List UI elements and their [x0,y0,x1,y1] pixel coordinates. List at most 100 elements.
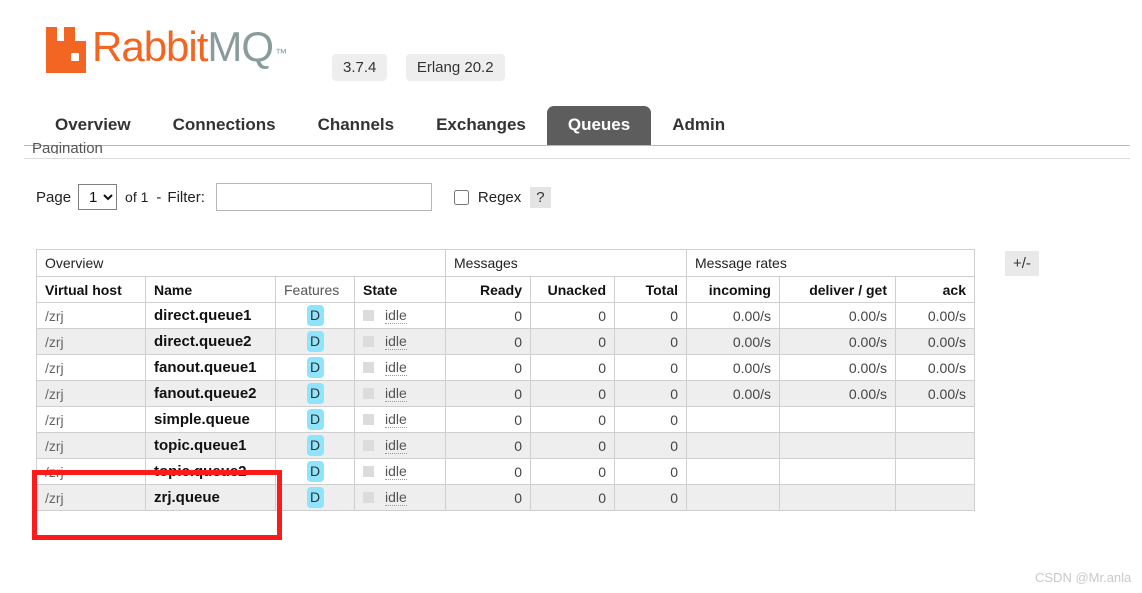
column-header-unacked[interactable]: Unacked [530,276,615,303]
cell-features: D [275,380,355,407]
cell-incoming [686,432,780,459]
cell-queue-name[interactable]: fanout.queue2 [145,380,276,407]
page-count-label: of 1 [125,189,149,205]
cell-state: idle [354,354,446,381]
queues-table: Overview Messages Message rates Virtual … [36,249,975,511]
durable-badge: D [306,435,324,456]
table-row[interactable]: /zrj topic.queue2 Didle 0 0 0 [36,458,975,485]
table-row[interactable]: /zrj fanout.queue2 Didle 0 0 0 0.00/s 0.00/s 0.0… [36,380,975,407]
cell-features: D [275,432,355,459]
tab-admin[interactable]: Admin [651,106,746,145]
cell-state: idle [354,432,446,459]
column-header-name[interactable]: Name [145,276,276,303]
table-group-header-row: Overview Messages Message rates [36,249,975,277]
cell-ready: 0 [445,458,531,485]
cell-virtual-host: /zrj [36,380,146,407]
cell-incoming: 0.00/s [686,302,780,329]
cell-unacked: 0 [530,406,615,433]
cell-state: idle [354,328,446,355]
watermark: CSDN @Mr.anla [1035,570,1132,585]
cell-incoming: 0.00/s [686,354,780,381]
state-label: idle [385,307,407,324]
state-label: idle [385,411,407,428]
cell-unacked: 0 [530,484,615,511]
cell-state: idle [354,380,446,407]
cell-total: 0 [614,484,687,511]
column-header-deliver-get[interactable]: deliver / get [779,276,896,303]
cell-queue-name[interactable]: zrj.queue [145,484,276,511]
cell-queue-name[interactable]: topic.queue2 [145,458,276,485]
column-header-ready[interactable]: Ready [445,276,531,303]
filter-controls: Page 1 of 1 - Filter: Regex ? [36,182,551,212]
page-header: RabbitMQ ™ 3.7.4 Erlang 20.2 [0,0,1142,104]
regex-checkbox[interactable] [453,189,469,205]
cell-ready: 0 [445,354,531,381]
filter-separator: - [156,188,162,206]
state-indicator-icon [363,414,374,425]
nav-tab-list: Overview Connections Channels Exchanges … [34,105,746,145]
table-row[interactable]: /zrj topic.queue1 Didle 0 0 0 [36,432,975,459]
column-header-virtual-host[interactable]: Virtual host [36,276,146,303]
tab-channels[interactable]: Channels [297,106,416,145]
cell-queue-name[interactable]: topic.queue1 [145,432,276,459]
logo-trademark: ™ [275,46,287,60]
cell-queue-name[interactable]: direct.queue2 [145,328,276,355]
cell-deliver-get [779,484,896,511]
filter-label: Filter: [167,188,205,206]
column-header-ack[interactable]: ack [895,276,975,303]
cell-unacked: 0 [530,354,615,381]
cell-queue-name[interactable]: simple.queue [145,406,276,433]
cell-total: 0 [614,432,687,459]
queues-table-body: /zrj direct.queue1 Didle 0 0 0 0.00/s 0.00/s 0.0… [36,302,975,511]
cell-queue-name[interactable]: fanout.queue1 [145,354,276,381]
columns-toggle-button[interactable]: +/- [1005,251,1039,276]
state-indicator-icon [363,492,374,503]
column-header-incoming[interactable]: incoming [686,276,780,303]
cell-features: D [275,328,355,355]
rabbitmq-logo[interactable]: RabbitMQ ™ [44,23,287,76]
tab-queues[interactable]: Queues [546,106,652,145]
state-label: idle [385,437,407,454]
cell-ready: 0 [445,484,531,511]
filter-input[interactable] [215,183,432,211]
cell-ready: 0 [445,406,531,433]
cell-ack [895,432,975,459]
table-row[interactable]: /zrj direct.queue2 Didle 0 0 0 0.00/s 0.00/s 0.0… [36,328,975,355]
cell-deliver-get: 0.00/s [779,302,896,329]
tab-exchanges[interactable]: Exchanges [415,106,547,145]
column-header-total[interactable]: Total [614,276,687,303]
cell-incoming: 0.00/s [686,328,780,355]
tab-connections[interactable]: Connections [152,106,297,145]
cell-unacked: 0 [530,458,615,485]
durable-badge: D [306,331,324,352]
cell-total: 0 [614,406,687,433]
cell-state: idle [354,406,446,433]
table-row[interactable]: /zrj direct.queue1 Didle 0 0 0 0.00/s 0.00/s 0.0… [36,302,975,329]
cell-unacked: 0 [530,302,615,329]
cell-deliver-get: 0.00/s [779,354,896,381]
cell-state: idle [354,484,446,511]
cell-queue-name[interactable]: direct.queue1 [145,302,276,329]
cell-deliver-get: 0.00/s [779,328,896,355]
state-indicator-icon [363,440,374,451]
cell-ack: 0.00/s [895,328,975,355]
cell-features: D [275,458,355,485]
table-row[interactable]: /zrj zrj.queue Didle 0 0 0 [36,484,975,511]
column-header-state[interactable]: State [354,276,446,303]
regex-help-button[interactable]: ? [530,186,551,208]
column-header-features[interactable]: Features [275,276,355,303]
cell-deliver-get [779,458,896,485]
table-row[interactable]: /zrj fanout.queue1 Didle 0 0 0 0.00/s 0.00/s 0.0… [36,354,975,381]
durable-badge: D [306,487,324,508]
cell-ack: 0.00/s [895,380,975,407]
page-label: Page [36,188,72,206]
group-header-messages: Messages [445,249,687,277]
cell-features: D [275,484,355,511]
table-row[interactable]: /zrj simple.queue Didle 0 0 0 [36,406,975,433]
cell-unacked: 0 [530,432,615,459]
cell-incoming [686,484,780,511]
logo-text-mq: MQ [207,23,274,70]
cell-state: idle [354,302,446,329]
cell-ack [895,458,975,485]
page-select[interactable]: 1 [78,184,118,210]
